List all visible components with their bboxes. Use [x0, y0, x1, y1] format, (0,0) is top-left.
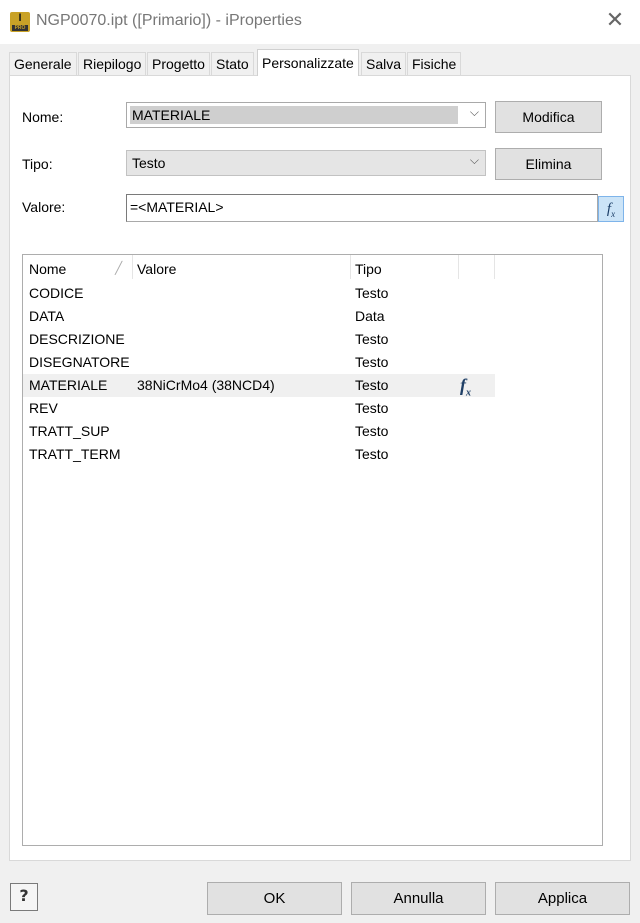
nome-value: MATERIALE: [130, 106, 458, 124]
tab-fisiche[interactable]: Fisiche: [407, 52, 462, 76]
row-nome: DESCRIZIONE: [29, 331, 125, 347]
tipo-combo[interactable]: Testo ⌵: [126, 150, 486, 176]
row-nome: MATERIALE: [29, 377, 108, 393]
row-tipo: Testo: [355, 446, 389, 462]
function-icon: fx: [460, 375, 471, 399]
row-nome: TRATT_TERM: [29, 446, 121, 462]
tab-strip: Generale Riepilogo Progetto Stato Person…: [9, 49, 631, 76]
tab-riepilogo[interactable]: Riepilogo: [78, 52, 147, 76]
chevron-down-icon[interactable]: ⌵: [470, 105, 479, 120]
row-tipo: Testo: [355, 400, 389, 416]
tab-stato[interactable]: Stato: [211, 52, 254, 76]
properties-list[interactable]: Nome ╱ Valore Tipo CODICE Testo DATA Dat…: [22, 254, 603, 846]
inventor-app-icon: I PRO: [10, 12, 30, 32]
row-nome: TRATT_SUP: [29, 423, 110, 439]
row-tipo: Data: [355, 308, 385, 324]
help-icon[interactable]: ?: [10, 883, 38, 911]
title-bar: I PRO NGP0070.ipt ([Primario]) - iProper…: [0, 0, 640, 44]
list-item[interactable]: DATA Data: [23, 305, 602, 328]
row-nome: DATA: [29, 308, 65, 324]
list-item[interactable]: TRATT_TERM Testo: [23, 443, 602, 466]
column-separator[interactable]: [458, 255, 459, 279]
valore-value: =<MATERIAL>: [130, 199, 224, 215]
valore-input[interactable]: =<MATERIAL>: [126, 194, 598, 222]
column-header-valore[interactable]: Valore: [137, 261, 176, 277]
chevron-down-icon[interactable]: ⌵: [470, 153, 479, 168]
tipo-label: Tipo:: [22, 156, 53, 172]
nome-label: Nome:: [22, 109, 64, 125]
column-header-tipo[interactable]: Tipo: [355, 261, 382, 277]
column-separator[interactable]: [132, 255, 133, 279]
row-tipo: Testo: [355, 285, 389, 301]
row-nome: DISEGNATORE: [29, 354, 130, 370]
function-icon[interactable]: fx: [598, 196, 624, 222]
row-tipo: Testo: [355, 354, 389, 370]
column-separator[interactable]: [350, 255, 351, 279]
list-item[interactable]: TRATT_SUP Testo: [23, 420, 602, 443]
tab-generale[interactable]: Generale: [9, 52, 77, 76]
sort-indicator: ╱: [115, 261, 123, 275]
close-icon[interactable]: ✕: [600, 8, 630, 36]
valore-label: Valore:: [22, 199, 66, 215]
column-separator[interactable]: [494, 255, 495, 279]
list-item[interactable]: DESCRIZIONE Testo: [23, 328, 602, 351]
row-tipo: Testo: [355, 377, 389, 393]
list-item-selected[interactable]: MATERIALE 38NiCrMo4 (38NCD4) Testo fx: [23, 374, 602, 399]
row-tipo: Testo: [355, 423, 389, 439]
modifica-button[interactable]: Modifica: [495, 101, 602, 133]
ok-button[interactable]: OK: [207, 882, 342, 915]
tab-salva[interactable]: Salva: [361, 52, 407, 76]
annulla-button[interactable]: Annulla: [351, 882, 486, 915]
row-nome: CODICE: [29, 285, 84, 301]
window-title: NGP0070.ipt ([Primario]) - iProperties: [36, 12, 302, 29]
applica-button[interactable]: Applica: [495, 882, 630, 915]
list-item[interactable]: REV Testo: [23, 397, 602, 420]
list-item[interactable]: CODICE Testo: [23, 282, 602, 305]
nome-combo[interactable]: MATERIALE ⌵: [126, 102, 486, 128]
column-header-nome[interactable]: Nome: [29, 261, 66, 277]
row-nome: REV: [29, 400, 58, 416]
tab-personalizzate[interactable]: Personalizzate: [257, 49, 359, 76]
elimina-button[interactable]: Elimina: [495, 148, 602, 180]
list-item[interactable]: DISEGNATORE Testo: [23, 351, 602, 374]
row-valore: 38NiCrMo4 (38NCD4): [137, 377, 275, 393]
row-tipo: Testo: [355, 331, 389, 347]
tab-progetto[interactable]: Progetto: [147, 52, 210, 76]
tipo-value: Testo: [132, 155, 166, 171]
